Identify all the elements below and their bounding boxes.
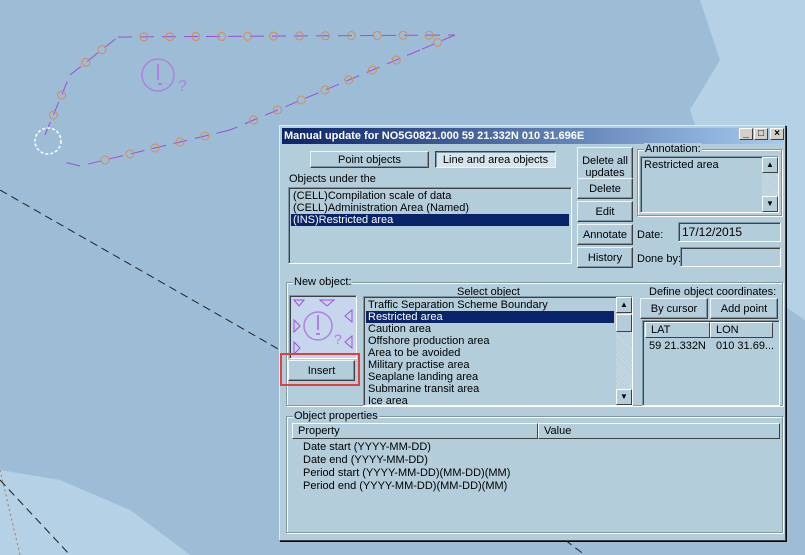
area-edge — [117, 34, 456, 38]
area-marker — [320, 85, 330, 95]
area-edge — [63, 161, 81, 167]
dashed-boundary — [0, 189, 281, 351]
list-item[interactable]: Submarine transit area — [366, 383, 614, 395]
tab-point-objects[interactable]: Point objects — [310, 151, 429, 168]
scroll-down-icon[interactable]: ▼ — [616, 389, 632, 405]
area-edge — [69, 36, 119, 76]
done-by-label: Done by: — [637, 253, 682, 265]
add-point-button[interactable]: Add point — [710, 298, 778, 319]
list-item[interactable]: Caution area — [366, 323, 614, 335]
restricted-area-symbol: ? — [141, 58, 187, 95]
objects-under-list[interactable]: (CELL)Compilation scale of data (CELL)Adm… — [288, 187, 572, 264]
dialog-title: Manual update for NO5G0821.000 59 21.332… — [282, 128, 783, 144]
edit-button[interactable]: Edit — [577, 201, 633, 222]
area-edge — [79, 129, 231, 167]
select-object-scrollbar[interactable]: ▲ ▼ — [616, 297, 632, 405]
define-coordinates-label: Define object coordinates: — [649, 286, 777, 298]
date-label: Date: — [637, 229, 664, 241]
list-item[interactable]: (INS)Restricted area — [291, 214, 569, 226]
list-item[interactable]: (CELL)Administration Area (Named) — [291, 202, 569, 214]
tab-line-and-area-objects[interactable]: Line and area objects — [435, 151, 556, 168]
value-column-header[interactable]: Value — [538, 423, 780, 439]
selected-vertex[interactable] — [34, 127, 62, 155]
list-item[interactable]: Area to be avoided — [366, 347, 614, 359]
dashed-boundary-2 — [564, 539, 586, 555]
svg-text:?: ? — [334, 331, 342, 347]
area-marker — [296, 95, 306, 105]
restricted-area-preview-icon: ? — [292, 299, 353, 356]
annotate-button[interactable]: Annotate — [577, 224, 633, 245]
insert-button[interactable]: Insert — [288, 360, 355, 381]
area-marker — [100, 155, 110, 165]
area-marker — [125, 149, 135, 159]
annotation-group: Annotation: Restricted area ▲ ▼ — [637, 143, 782, 216]
scroll-up-icon[interactable]: ▲ — [616, 297, 632, 313]
done-by-field[interactable] — [680, 247, 781, 267]
scroll-thumb[interactable] — [616, 314, 632, 332]
list-item[interactable]: (CELL)Compilation scale of data — [291, 190, 569, 202]
objects-under-label: Objects under the — [289, 173, 376, 185]
coord-lat[interactable]: 59 21.332N — [649, 340, 706, 352]
new-object-group: New object: ? Insert Select object Traff… — [280, 276, 783, 406]
scroll-down-icon[interactable]: ▼ — [762, 196, 778, 212]
annotation-label: Annotation: — [644, 143, 702, 155]
lat-column-header[interactable]: LAT — [645, 322, 710, 338]
list-item[interactable]: Traffic Separation Scheme Boundary — [366, 299, 614, 311]
list-item[interactable]: Seaplane landing area — [366, 371, 614, 383]
scroll-up-icon[interactable]: ▲ — [762, 157, 778, 173]
area-edge — [229, 49, 421, 131]
lon-column-header[interactable]: LON — [710, 322, 773, 338]
annotation-text: Restricted area — [644, 159, 719, 171]
delete-button[interactable]: Delete — [577, 178, 633, 199]
area-marker — [81, 57, 91, 67]
object-properties-group: Object properties Property Value Date st… — [286, 410, 783, 533]
new-object-label: New object: — [293, 276, 353, 288]
area-marker — [372, 30, 382, 40]
coordinates-list[interactable]: LAT LON 59 21.332N 010 31.69... — [642, 320, 780, 406]
list-item[interactable]: Restricted area — [366, 311, 614, 323]
select-object-list[interactable]: Traffic Separation Scheme Boundary Restri… — [363, 296, 633, 406]
object-properties-label: Object properties — [293, 410, 379, 422]
date-field[interactable]: 17/12/2015 — [678, 222, 781, 242]
maximize-button[interactable]: □ — [754, 128, 768, 140]
manual-update-dialog: Manual update for NO5G0821.000 59 21.332… — [279, 125, 786, 541]
question-mark: ? — [178, 78, 187, 95]
list-item[interactable]: Military practise area — [366, 359, 614, 371]
close-button[interactable]: × — [770, 128, 784, 140]
annotation-textarea[interactable]: Restricted area ▲ ▼ — [640, 156, 779, 213]
minimize-button[interactable]: _ — [739, 128, 753, 140]
area-marker — [48, 110, 58, 120]
area-marker — [57, 90, 67, 100]
property-row[interactable]: Period start (YYYY-MM-DD)(MM-DD)(MM) — [303, 467, 510, 479]
area-edge — [44, 74, 71, 136]
property-row[interactable]: Date start (YYYY-MM-DD) — [303, 441, 431, 453]
list-item[interactable]: Offshore production area — [366, 335, 614, 347]
annotation-scrollbar[interactable]: ▲ ▼ — [762, 157, 778, 212]
property-row[interactable]: Date end (YYYY-MM-DD) — [303, 454, 428, 466]
history-button[interactable]: History — [577, 247, 633, 268]
property-row[interactable]: Period end (YYYY-MM-DD)(MM-DD)(MM) — [303, 480, 507, 492]
object-preview: ? — [289, 295, 357, 359]
area-marker — [433, 38, 442, 47]
list-item[interactable]: Ice area — [366, 395, 614, 405]
by-cursor-button[interactable]: By cursor — [640, 298, 708, 319]
coord-lon[interactable]: 010 31.69... — [716, 340, 774, 352]
property-column-header[interactable]: Property — [292, 423, 538, 439]
shallow-water-area-bottom — [0, 470, 190, 555]
